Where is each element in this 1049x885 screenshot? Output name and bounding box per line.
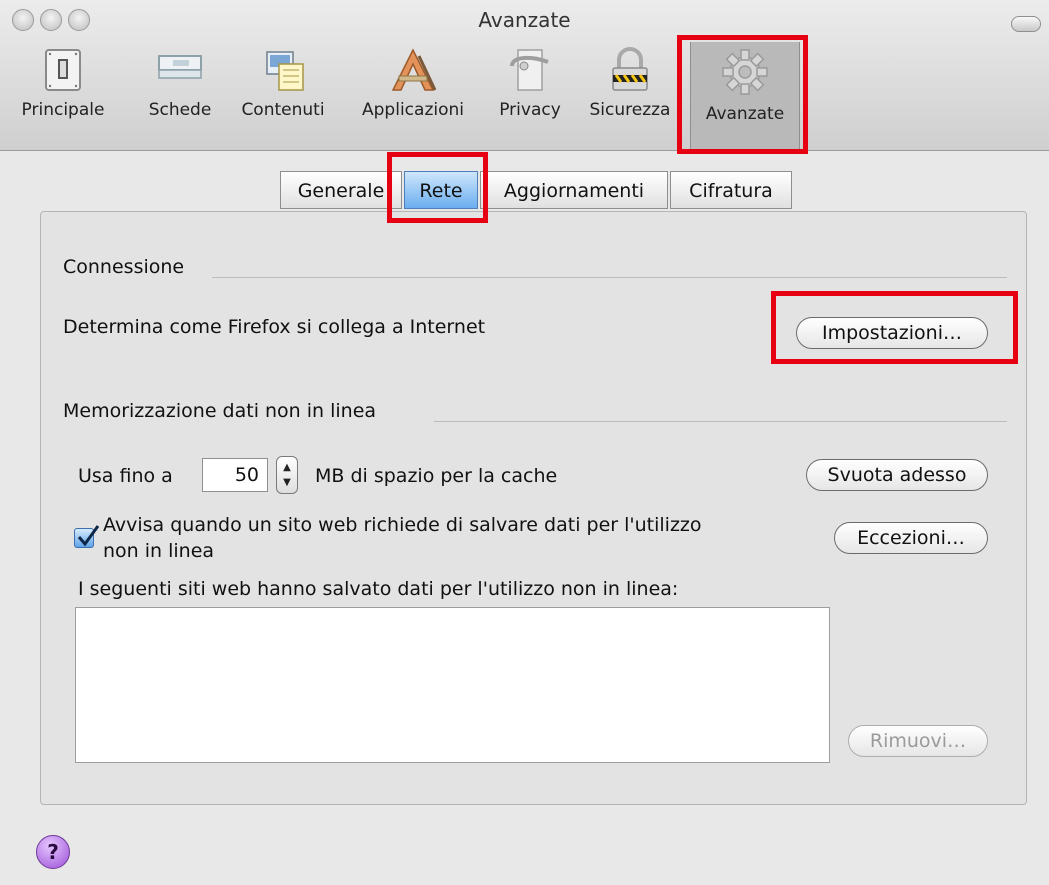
content-icon [266, 51, 304, 91]
gear-icon [722, 49, 768, 95]
rimuovi-button[interactable]: Rimuovi… [848, 725, 988, 757]
toolbar-item-label: Privacy [499, 100, 561, 120]
cache-suffix-label: MB di spazio per la cache [315, 465, 558, 487]
toolbar-item-contenuti[interactable]: Contenuti [232, 46, 334, 142]
toolbar-item-privacy[interactable]: Privacy [490, 46, 570, 142]
tab-aggiornamenti[interactable]: Aggiornamenti [480, 171, 668, 209]
switch-icon [45, 49, 81, 91]
cache-size-stepper[interactable]: ▲ ▼ [276, 456, 298, 494]
svuota-adesso-button[interactable]: Svuota adesso [806, 459, 988, 491]
tab-rete[interactable]: Rete [404, 171, 478, 209]
padlock-icon [612, 47, 648, 91]
toolbar-item-label: Contenuti [241, 100, 325, 120]
preferences-window: Avanzate Principale Schede Contenuti App… [0, 0, 1049, 885]
warn-offline-label-line1: Avvisa quando un sito web richiede di sa… [103, 514, 702, 536]
toolbar-toggle-button[interactable] [1011, 16, 1041, 32]
toolbar-item-schede[interactable]: Schede [132, 46, 228, 142]
warn-offline-checkbox[interactable] [74, 525, 100, 548]
connessione-description: Determina come Firefox si collega a Inte… [63, 316, 486, 338]
warn-offline-label-line2: non in linea [103, 540, 215, 562]
toolbar-item-principale[interactable]: Principale [8, 46, 118, 142]
tabs-icon [158, 55, 202, 79]
help-button[interactable]: ? [36, 835, 70, 869]
toolbar-item-label: Avanzate [705, 104, 785, 124]
eccezioni-button[interactable]: Eccezioni… [834, 522, 988, 554]
toolbar-item-label: Schede [148, 100, 212, 120]
stepper-up-icon[interactable]: ▲ [277, 463, 297, 473]
tab-generale[interactable]: Generale [280, 171, 402, 209]
window-title: Avanzate [478, 8, 571, 32]
offline-sites-label: I seguenti siti web hanno salvato dati p… [78, 578, 679, 600]
impostazioni-button[interactable]: Impostazioni… [796, 317, 988, 349]
toolbar-item-sicurezza[interactable]: Sicurezza [582, 46, 678, 142]
applications-icon [391, 48, 437, 91]
section-title-memorizzazione: Memorizzazione dati non in linea [63, 400, 377, 422]
tab-cifratura[interactable]: Cifratura [670, 171, 792, 209]
toolbar-item-label: Principale [21, 100, 105, 120]
checkmark-icon [77, 525, 100, 547]
toolbar-item-avanzate[interactable]: Avanzate [690, 42, 800, 150]
cache-size-input[interactable]: 50 [202, 458, 268, 492]
offline-sites-list[interactable] [75, 607, 830, 763]
section-divider [434, 421, 1007, 422]
title-toolbar-bar: Avanzate Principale Schede Contenuti App… [0, 0, 1049, 151]
stepper-down-icon[interactable]: ▼ [277, 478, 297, 488]
cache-prefix-label: Usa fino a [78, 465, 173, 487]
section-divider [212, 277, 1007, 278]
toolbar-item-label: Sicurezza [589, 100, 671, 120]
door-key-icon [510, 49, 549, 91]
toolbar-item-label: Applicazioni [362, 100, 464, 120]
section-title-connessione: Connessione [63, 256, 185, 278]
toolbar-item-applicazioni[interactable]: Applicazioni [350, 46, 476, 142]
